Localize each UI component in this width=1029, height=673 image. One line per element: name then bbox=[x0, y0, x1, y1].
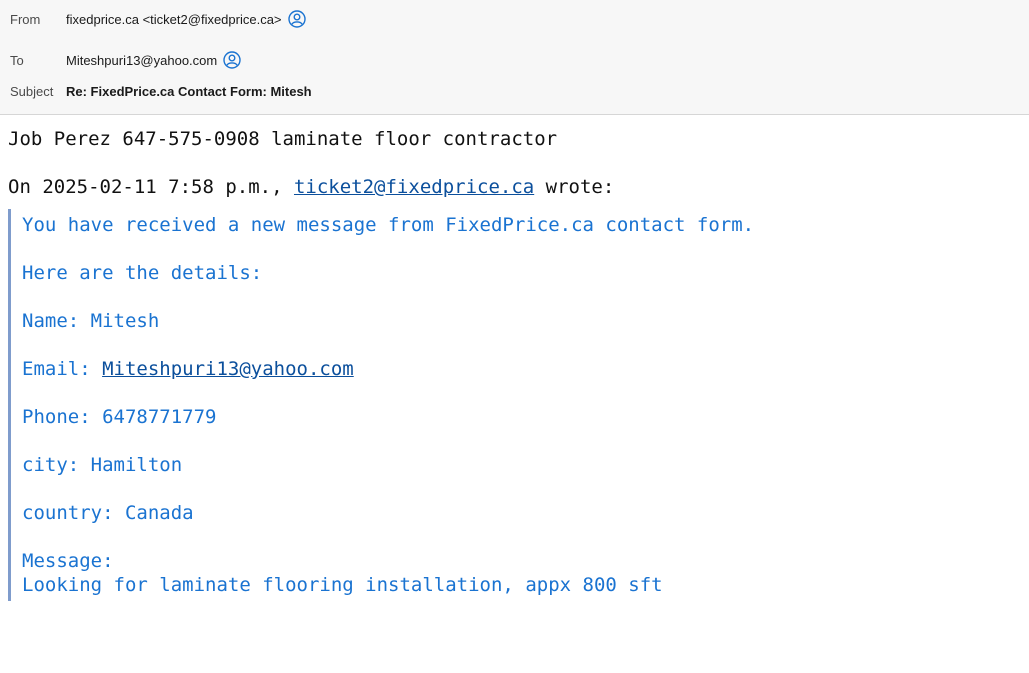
quote-bar bbox=[8, 209, 11, 601]
subject-value: Re: FixedPrice.ca Contact Form: Mitesh bbox=[66, 84, 312, 99]
quoted-country: country: Canada bbox=[22, 502, 194, 524]
quoted-city: city: Hamilton bbox=[22, 454, 183, 476]
quoted-email-prefix: Email: bbox=[22, 358, 103, 380]
attribution-line: On 2025-02-11 7:58 p.m., ticket2@fixedpr… bbox=[8, 176, 614, 198]
quoted-name: Name: Mitesh bbox=[22, 310, 160, 332]
attribution-email-link[interactable]: ticket2@fixedprice.ca bbox=[294, 176, 534, 198]
quoted-message-text: Looking for laminate flooring installati… bbox=[22, 574, 663, 596]
quoted-email: Email: Miteshpuri13@yahoo.com bbox=[22, 358, 354, 380]
attribution-prefix: On 2025-02-11 7:58 p.m., bbox=[8, 176, 294, 198]
to-label: To bbox=[10, 52, 24, 68]
subject-label: Subject bbox=[10, 84, 54, 99]
quoted-email-link[interactable]: Miteshpuri13@yahoo.com bbox=[102, 358, 354, 380]
email-header: From fixedprice.ca <ticket2@fixedprice.c… bbox=[0, 0, 1029, 115]
quoted-phone: Phone: 6478771779 bbox=[22, 406, 217, 428]
from-label: From bbox=[10, 11, 41, 27]
contact-card-icon[interactable] bbox=[287, 10, 306, 28]
quoted-message-label: Message: bbox=[22, 550, 114, 572]
reply-text: Job Perez 647-575-0908 laminate floor co… bbox=[8, 128, 558, 150]
quoted-intro: You have received a new message from Fix… bbox=[22, 214, 755, 236]
from-row: From fixedprice.ca <ticket2@fixedprice.c… bbox=[10, 10, 306, 28]
subject-row: Subject Re: FixedPrice.ca Contact Form: … bbox=[10, 84, 312, 99]
to-row: To Miteshpuri13@yahoo.com bbox=[10, 51, 241, 69]
to-value[interactable]: Miteshpuri13@yahoo.com bbox=[66, 53, 217, 68]
quoted-details-heading: Here are the details: bbox=[22, 262, 263, 284]
from-value[interactable]: fixedprice.ca <ticket2@fixedprice.ca> bbox=[66, 12, 282, 27]
contact-card-icon[interactable] bbox=[223, 51, 241, 69]
attribution-suffix: wrote: bbox=[534, 176, 615, 198]
